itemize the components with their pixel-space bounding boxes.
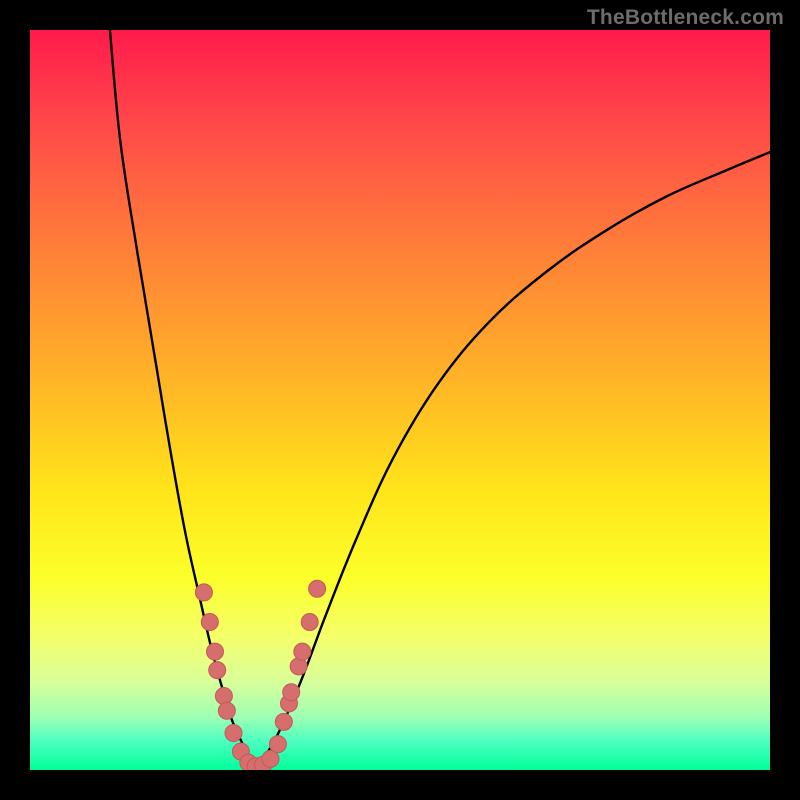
data-marker: [301, 614, 318, 631]
data-marker: [283, 684, 300, 701]
data-marker: [294, 643, 311, 660]
data-marker: [269, 736, 286, 753]
data-marker: [215, 688, 232, 705]
curve-right: [256, 152, 770, 766]
chart-frame: TheBottleneck.com: [0, 0, 800, 800]
chart-overlay: [30, 30, 770, 770]
plot-area: [30, 30, 770, 770]
data-marker: [290, 658, 307, 675]
data-marker: [195, 584, 212, 601]
data-marker: [218, 702, 235, 719]
marker-group: [195, 580, 325, 770]
curve-left: [110, 30, 256, 766]
data-marker: [309, 580, 326, 597]
data-marker: [201, 614, 218, 631]
data-marker: [209, 662, 226, 679]
data-marker: [225, 725, 242, 742]
data-marker: [275, 713, 292, 730]
watermark-text: TheBottleneck.com: [587, 6, 784, 30]
data-marker: [207, 643, 224, 660]
